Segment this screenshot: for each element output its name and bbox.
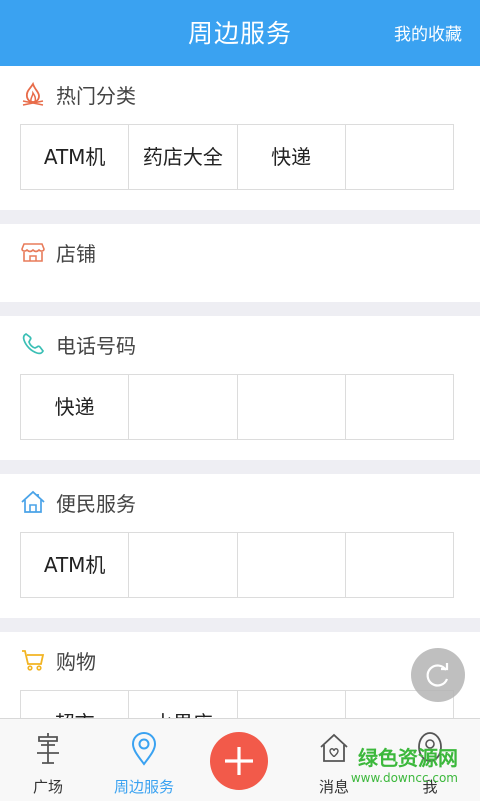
section-shopping: 购物 超市 水果店 bbox=[0, 632, 480, 718]
phone-icon bbox=[22, 333, 44, 355]
section-title: 电话号码 bbox=[56, 334, 136, 358]
grid-cell-empty bbox=[345, 125, 453, 189]
plaza-icon bbox=[37, 733, 59, 764]
section-header: 店铺 bbox=[0, 224, 480, 282]
phone-grid: 快递 bbox=[20, 374, 454, 440]
grid-cell-empty bbox=[345, 533, 453, 597]
refresh-icon bbox=[426, 663, 449, 687]
tab-plaza[interactable]: 广场 bbox=[16, 719, 80, 801]
grid-cell-empty bbox=[129, 533, 238, 597]
section-divider bbox=[0, 210, 480, 224]
section-header: 电话号码 bbox=[0, 316, 480, 374]
section-title: 购物 bbox=[56, 650, 96, 674]
favorites-button[interactable]: 我的收藏 bbox=[394, 0, 462, 66]
tab-label: 周边服务 bbox=[113, 778, 174, 796]
grid-cell-empty bbox=[129, 375, 238, 439]
main-content[interactable]: 热门分类 ATM机 药店大全 快递 店铺 电话号码 快递 便民服务 ATM机 购… bbox=[0, 66, 480, 718]
location-pin-icon bbox=[131, 732, 157, 766]
section-hot-categories: 热门分类 ATM机 药店大全 快递 bbox=[0, 66, 480, 210]
fire-icon bbox=[22, 81, 44, 106]
store-icon bbox=[21, 243, 45, 262]
section-convenience: 便民服务 ATM机 bbox=[0, 474, 480, 618]
refresh-button[interactable] bbox=[411, 648, 465, 702]
message-home-icon bbox=[320, 733, 348, 762]
grid-cell-empty bbox=[237, 533, 346, 597]
grid-cell-supermarket[interactable]: 超市 bbox=[21, 691, 130, 718]
plus-icon bbox=[225, 747, 253, 775]
shopping-grid: 超市 水果店 bbox=[20, 690, 454, 718]
section-header: 便民服务 bbox=[0, 474, 480, 532]
grid-cell-empty bbox=[237, 691, 346, 718]
convenience-grid: ATM机 bbox=[20, 532, 454, 598]
grid-cell-fruit-shop[interactable]: 水果店 bbox=[129, 691, 238, 718]
tab-nearby-services[interactable]: 周边服务 bbox=[104, 719, 184, 801]
grid-cell-express[interactable]: 快递 bbox=[21, 375, 130, 439]
section-header: 热门分类 bbox=[0, 66, 480, 124]
grid-cell-empty bbox=[237, 375, 346, 439]
section-header: 购物 bbox=[0, 632, 480, 690]
section-title: 店铺 bbox=[56, 242, 96, 266]
section-divider bbox=[0, 460, 480, 474]
top-bar: 周边服务 我的收藏 bbox=[0, 0, 480, 66]
grid-cell-atm[interactable]: ATM机 bbox=[21, 125, 130, 189]
tab-label: 广场 bbox=[32, 778, 63, 796]
home-icon bbox=[21, 490, 45, 513]
add-post-button[interactable] bbox=[210, 732, 268, 790]
section-divider bbox=[0, 302, 480, 316]
grid-cell-empty bbox=[345, 375, 453, 439]
section-title: 热门分类 bbox=[56, 84, 136, 108]
grid-cell-atm[interactable]: ATM机 bbox=[21, 533, 130, 597]
section-title: 便民服务 bbox=[56, 492, 136, 516]
section-phone-numbers: 电话号码 快递 bbox=[0, 316, 480, 460]
section-stores[interactable]: 店铺 bbox=[0, 224, 480, 302]
grid-cell-express[interactable]: 快递 bbox=[237, 125, 346, 189]
cart-icon bbox=[22, 650, 45, 671]
section-divider bbox=[0, 618, 480, 632]
category-grid: ATM机 药店大全 快递 bbox=[20, 124, 454, 190]
grid-cell-pharmacy[interactable]: 药店大全 bbox=[129, 125, 238, 189]
watermark-url: www.downcc.com bbox=[350, 771, 458, 785]
tab-messages[interactable]: 消息 bbox=[302, 719, 366, 801]
watermark-logo: 绿色资源网 bbox=[358, 746, 458, 770]
